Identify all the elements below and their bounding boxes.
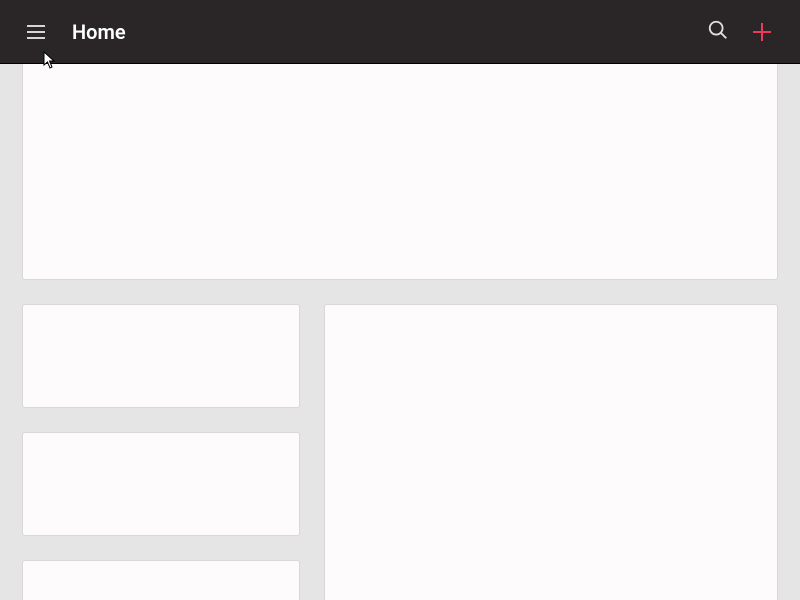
card-tall[interactable] xyxy=(324,304,778,600)
add-button[interactable] xyxy=(740,10,784,54)
plus-icon xyxy=(753,23,771,41)
card-small-1[interactable] xyxy=(22,304,300,408)
search-icon xyxy=(707,19,729,45)
content-area xyxy=(0,64,800,600)
menu-icon xyxy=(27,25,45,39)
card-large[interactable] xyxy=(22,64,778,280)
menu-button[interactable] xyxy=(16,12,56,52)
page-title: Home xyxy=(72,20,696,44)
search-button[interactable] xyxy=(696,10,740,54)
top-app-bar: Home xyxy=(0,0,800,64)
card-small-3[interactable] xyxy=(22,560,300,600)
card-small-2[interactable] xyxy=(22,432,300,536)
